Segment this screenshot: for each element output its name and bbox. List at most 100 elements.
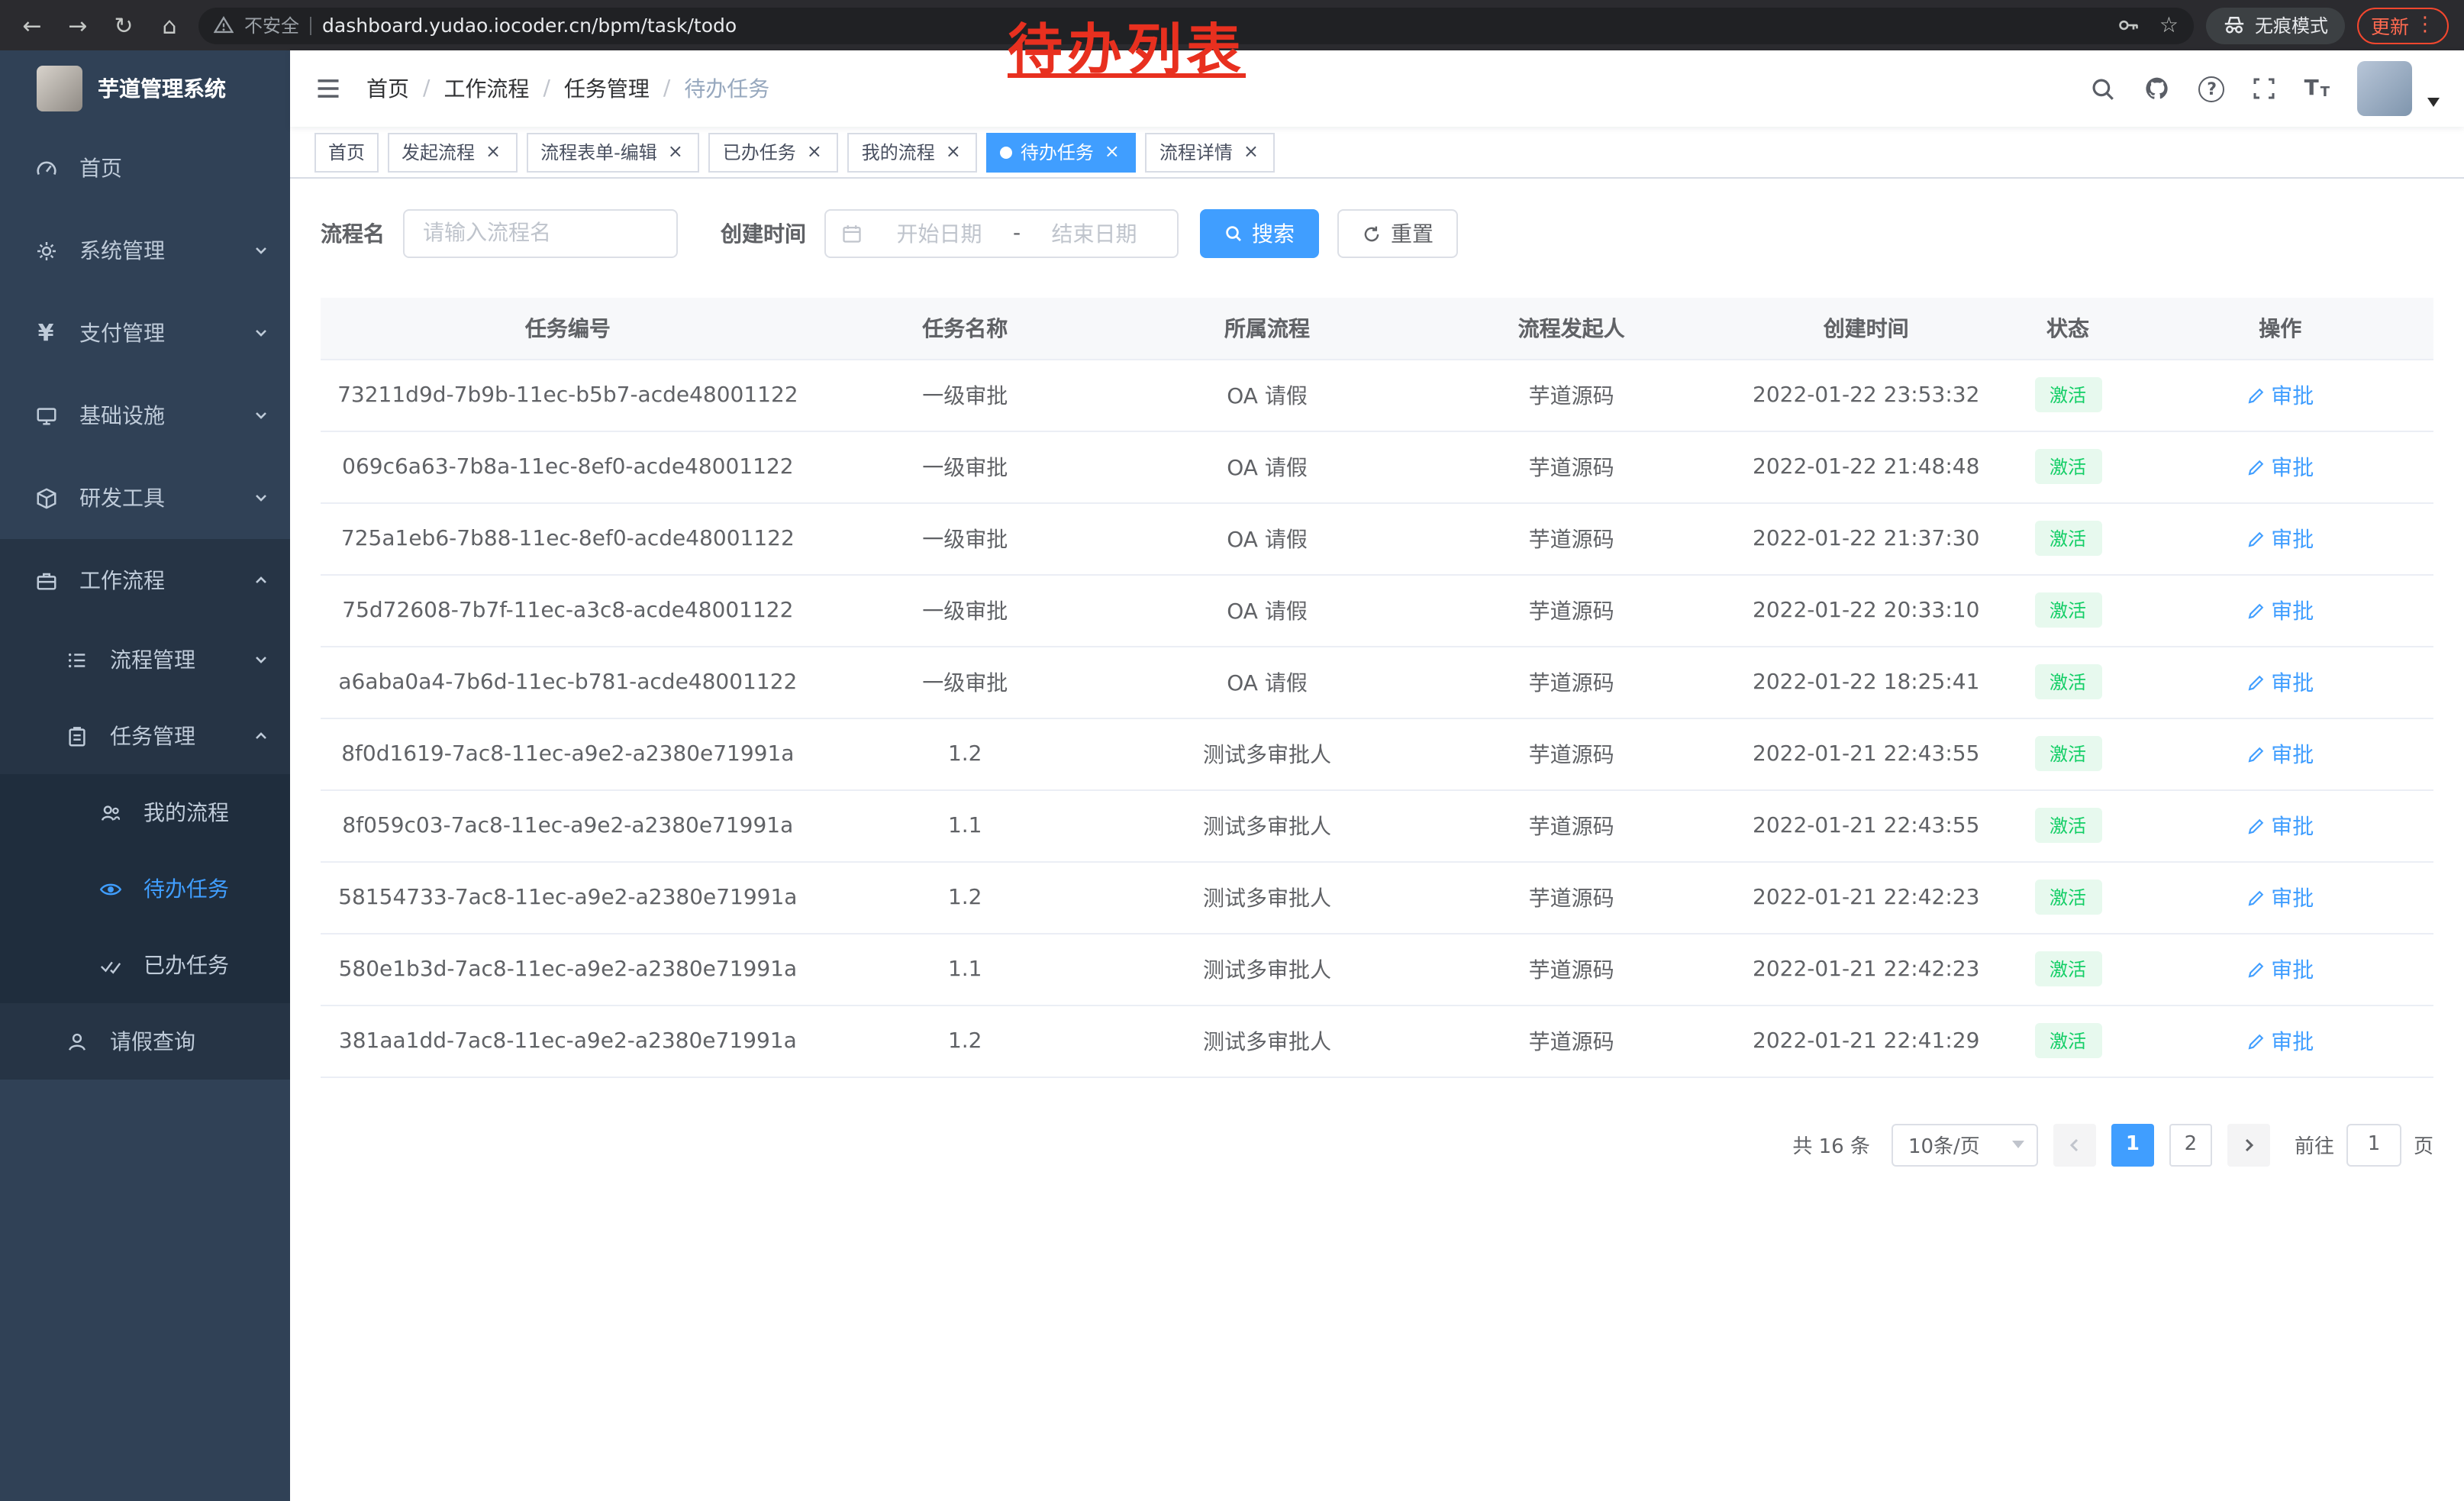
- sidebar-item-done-tasks[interactable]: 已办任务: [0, 927, 290, 1003]
- fullscreen-icon[interactable]: [2253, 76, 2277, 101]
- dashboard-icon: [31, 157, 61, 179]
- cell-create-time: 2022-01-21 22:41:29: [1724, 1005, 2009, 1077]
- breadcrumb-home[interactable]: 首页: [366, 73, 409, 104]
- sidebar-item-leave-query[interactable]: 请假查询: [0, 1003, 290, 1080]
- cell-task-id: a6aba0a4-7b6d-11ec-b781-acde48001122: [321, 646, 815, 718]
- close-icon[interactable]: ×: [943, 141, 964, 163]
- page-2-button[interactable]: 2: [2169, 1123, 2212, 1166]
- cell-status: 激活: [2009, 431, 2127, 502]
- task-table-body: 73211d9d-7b9b-11ec-b5b7-acde48001122一级审批…: [321, 359, 2433, 1077]
- close-icon[interactable]: ×: [1240, 141, 1262, 163]
- cell-create-time: 2022-01-21 22:43:55: [1724, 789, 2009, 861]
- process-name-input[interactable]: [403, 209, 678, 258]
- close-icon[interactable]: ×: [804, 141, 825, 163]
- close-icon[interactable]: ×: [665, 141, 686, 163]
- page-size-select[interactable]: 10条/页: [1892, 1123, 2038, 1166]
- approve-button[interactable]: 审批: [2246, 379, 2314, 410]
- cell-task-name: 1.2: [815, 1005, 1115, 1077]
- tab-form-edit[interactable]: 流程表单-编辑×: [527, 132, 700, 172]
- approve-button[interactable]: 审批: [2246, 954, 2314, 984]
- sidebar-item-task-mgmt[interactable]: 任务管理: [0, 698, 290, 774]
- app-title: 芋道管理系统: [98, 73, 226, 104]
- top-navbar: 首页 / 工作流程 / 任务管理 / 待办任务 ?: [290, 50, 2464, 127]
- user-avatar[interactable]: [2357, 61, 2412, 116]
- sidebar-item-system[interactable]: 系统管理: [0, 209, 290, 292]
- cell-process: OA 请假: [1115, 646, 1420, 718]
- cell-process: OA 请假: [1115, 431, 1420, 502]
- cell-create-time: 2022-01-22 18:25:41: [1724, 646, 2009, 718]
- range-separator: -: [1007, 221, 1027, 246]
- table-row: 580e1b3d-7ac8-11ec-a9e2-a2380e71991a1.1测…: [321, 933, 2433, 1005]
- back-button[interactable]: ←: [15, 8, 49, 42]
- cell-task-name: 1.2: [815, 861, 1115, 933]
- tab-process-detail[interactable]: 流程详情×: [1146, 132, 1276, 172]
- edit-icon: [2246, 673, 2265, 691]
- approve-button[interactable]: 审批: [2246, 595, 2314, 625]
- home-button[interactable]: ⌂: [153, 8, 186, 42]
- sidebar-toggle-icon[interactable]: [314, 75, 342, 102]
- approve-button[interactable]: 审批: [2246, 667, 2314, 697]
- approve-button[interactable]: 审批: [2246, 1025, 2314, 1056]
- search-icon[interactable]: [2091, 76, 2117, 102]
- tab-my-process[interactable]: 我的流程×: [848, 132, 978, 172]
- cell-action: 审批: [2127, 718, 2433, 789]
- font-size-icon[interactable]: TT: [2304, 76, 2330, 101]
- breadcrumb-workflow[interactable]: 工作流程: [443, 73, 529, 104]
- menu-dots-icon[interactable]: ⋮: [2415, 14, 2435, 37]
- breadcrumb-task-mgmt[interactable]: 任务管理: [564, 73, 650, 104]
- search-button[interactable]: 搜索: [1200, 209, 1319, 258]
- bookmark-star-icon[interactable]: ☆: [2159, 13, 2179, 37]
- sidebar-item-infrastructure[interactable]: 基础设施: [0, 374, 290, 457]
- edit-icon: [2246, 457, 2265, 476]
- next-page-button[interactable]: [2227, 1123, 2270, 1166]
- sidebar-item-devtools[interactable]: 研发工具: [0, 457, 290, 539]
- tab-todo-tasks[interactable]: 待办任务×: [987, 132, 1137, 172]
- reset-button[interactable]: 重置: [1337, 209, 1458, 258]
- sidebar-item-process-mgmt[interactable]: 流程管理: [0, 621, 290, 698]
- update-button[interactable]: 更新 ⋮: [2357, 7, 2449, 44]
- cell-task-id: 069c6a63-7b8a-11ec-8ef0-acde48001122: [321, 431, 815, 502]
- key-icon[interactable]: [2118, 14, 2141, 37]
- prev-page-button[interactable]: [2053, 1123, 2096, 1166]
- tab-start-process[interactable]: 发起流程×: [388, 132, 518, 172]
- process-name-label: 流程名: [321, 218, 385, 249]
- sidebar-item-todo-tasks[interactable]: 待办任务: [0, 851, 290, 927]
- approve-button[interactable]: 审批: [2246, 523, 2314, 554]
- close-icon[interactable]: ×: [482, 141, 504, 163]
- approve-button[interactable]: 审批: [2246, 810, 2314, 841]
- tags-view: 首页 发起流程× 流程表单-编辑× 已办任务× 我的流程× 待办任务×: [290, 127, 2464, 179]
- tab-done-tasks[interactable]: 已办任务×: [709, 132, 839, 172]
- date-range-picker[interactable]: 开始日期 - 结束日期: [824, 209, 1179, 258]
- status-badge: 激活: [2034, 521, 2101, 556]
- logo-avatar: [37, 66, 82, 111]
- cell-process: 测试多审批人: [1115, 1005, 1420, 1077]
- chevron-down-icon: [253, 408, 269, 423]
- cell-task-id: 8f0d1619-7ac8-11ec-a9e2-a2380e71991a: [321, 718, 815, 789]
- sidebar-item-payment[interactable]: ¥ 支付管理: [0, 292, 290, 374]
- avatar-dropdown-caret-icon[interactable]: [2427, 98, 2440, 107]
- col-header-process: 所属流程: [1115, 298, 1420, 359]
- forward-button[interactable]: →: [61, 8, 95, 42]
- start-date-placeholder: 开始日期: [872, 218, 1007, 249]
- status-badge: 激活: [2034, 736, 2101, 771]
- sidebar-item-workflow[interactable]: 工作流程: [0, 539, 290, 621]
- active-dot: [1001, 146, 1013, 158]
- sidebar-item-home[interactable]: 首页: [0, 127, 290, 209]
- cell-status: 激活: [2009, 646, 2127, 718]
- sidebar-item-my-process[interactable]: 我的流程: [0, 774, 290, 851]
- cell-create-time: 2022-01-22 20:33:10: [1724, 574, 2009, 646]
- help-icon[interactable]: ?: [2199, 76, 2225, 102]
- col-header-starter: 流程发起人: [1419, 298, 1724, 359]
- close-icon[interactable]: ×: [1101, 141, 1123, 163]
- approve-button[interactable]: 审批: [2246, 882, 2314, 912]
- approve-button[interactable]: 审批: [2246, 451, 2314, 482]
- tab-home[interactable]: 首页: [314, 132, 379, 172]
- table-row: 069c6a63-7b8a-11ec-8ef0-acde48001122一级审批…: [321, 431, 2433, 502]
- approve-button[interactable]: 审批: [2246, 738, 2314, 769]
- edit-icon: [2246, 744, 2265, 763]
- github-icon[interactable]: [2144, 75, 2172, 102]
- reload-button[interactable]: ↻: [107, 8, 140, 42]
- goto-page-input[interactable]: [2346, 1123, 2401, 1166]
- status-badge: 激活: [2034, 592, 2101, 628]
- page-1-button[interactable]: 1: [2111, 1123, 2154, 1166]
